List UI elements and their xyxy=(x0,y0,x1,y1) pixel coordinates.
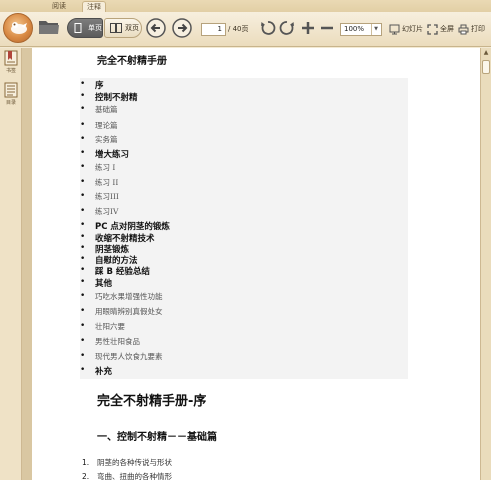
toc-item-label: 巧吃水果增强性功能 xyxy=(95,292,163,301)
fullscreen-icon xyxy=(427,24,438,35)
single-page-button[interactable]: 单页 xyxy=(67,18,103,38)
slideshow-label: 幻灯片 xyxy=(402,25,423,33)
double-page-button[interactable]: 双页 xyxy=(104,18,142,38)
next-page-button[interactable] xyxy=(172,18,192,38)
rotate-left-icon[interactable] xyxy=(260,20,276,40)
print-label: 打印 xyxy=(471,25,485,33)
tab-annotate[interactable]: 注释 xyxy=(82,1,106,12)
scroll-up-icon[interactable]: ▲ xyxy=(482,49,490,57)
list-text: 弯曲、扭曲的各种情形 xyxy=(97,472,172,480)
chevron-down-icon[interactable]: ▼ xyxy=(371,24,380,35)
toc-item-label: 基础篇 xyxy=(95,105,118,114)
zoom-value: 100% xyxy=(344,25,365,33)
toc-item-label: 序 xyxy=(95,81,104,91)
toc-item-label: 男性壮阳食品 xyxy=(95,337,140,346)
page-frame xyxy=(22,48,32,480)
document-page[interactable]: 完全不射精手册 序控制不射精基础篇理论篇实务篇增大练习练习 I 练习 II 练习II… xyxy=(32,48,480,480)
zoom-out-icon[interactable] xyxy=(320,20,334,40)
list-item: 2. 弯曲、扭曲的各种情形 xyxy=(82,471,172,480)
print-button[interactable]: 打印 xyxy=(458,23,485,36)
tab-read[interactable]: 阅读 xyxy=(44,1,74,12)
sidebar-bookmark-label: 书签 xyxy=(5,68,16,74)
sidebar-item-toc[interactable]: 目录 xyxy=(2,82,20,106)
toc-item-label: 实务篇 xyxy=(95,135,118,144)
list-number: 1. xyxy=(82,458,90,467)
toc-item-label: 理论篇 xyxy=(95,121,118,130)
rotate-right-icon[interactable] xyxy=(279,20,295,40)
tab-bar: 阅读 注释 xyxy=(0,0,491,12)
toc-item-label: 控制不射精 xyxy=(95,93,138,103)
toc-item-label: 练习 I xyxy=(95,163,116,172)
slideshow-button[interactable]: 幻灯片 xyxy=(389,23,423,36)
toc-item-label: 用眼睛辨别真假处女 xyxy=(95,307,163,316)
printer-icon xyxy=(458,24,469,35)
subsection-heading: 一、控制不射精－－基础篇 xyxy=(97,432,217,443)
slideshow-icon xyxy=(389,24,400,35)
page-total: / 40页 xyxy=(228,25,249,33)
fullscreen-button[interactable]: 全屏 xyxy=(427,23,454,36)
toc-item-label: 踩 B 经验总结 xyxy=(95,267,150,277)
table-of-contents-icon xyxy=(4,82,18,98)
document-title: 完全不射精手册 xyxy=(97,56,167,67)
toolbar: 单页 双页 1 / 40页 100% ▼ 幻灯片 全屏 打印 xyxy=(0,12,491,47)
toc-item-label: 增大练习 xyxy=(95,150,130,160)
app-logo-icon xyxy=(11,22,27,34)
list-number: 2. xyxy=(82,472,90,480)
toc-item-label: 练习IV xyxy=(95,207,119,216)
sidebar-item-bookmarks[interactable]: 书签 xyxy=(2,50,20,74)
scroll-thumb[interactable] xyxy=(482,60,490,74)
arrow-right-icon xyxy=(172,18,192,38)
vertical-scrollbar[interactable]: ▲ xyxy=(480,48,491,480)
previous-page-button[interactable] xyxy=(146,18,166,38)
bookmark-icon xyxy=(4,50,18,66)
toc-item-label: 练习III xyxy=(95,192,119,201)
toc-item-label: 现代男人饮食九要素 xyxy=(95,352,163,361)
toc-item-label: 壮阳六要 xyxy=(95,322,125,331)
open-folder-icon[interactable] xyxy=(38,18,60,40)
single-page-label: 单页 xyxy=(88,24,102,32)
list-text: 阴茎的各种传说与形状 xyxy=(97,458,172,467)
sidebar-toc-label: 目录 xyxy=(5,100,16,106)
app-logo[interactable] xyxy=(3,13,33,43)
arrow-left-icon xyxy=(146,18,166,38)
single-page-icon xyxy=(74,23,82,33)
toc-item-label: 补充 xyxy=(95,367,113,377)
toc-item-label: 练习 II xyxy=(95,178,119,187)
zoom-in-icon[interactable] xyxy=(301,20,315,40)
fullscreen-label: 全屏 xyxy=(440,25,454,33)
double-page-icon xyxy=(110,23,122,33)
toc-item-label: PC 点对阴茎的锻炼 xyxy=(95,222,170,232)
zoom-select[interactable]: 100% ▼ xyxy=(340,23,382,36)
toc-item-label: 其他 xyxy=(95,279,113,289)
page-number-input[interactable]: 1 xyxy=(201,23,226,36)
section-heading: 完全不射精手册-序 xyxy=(97,394,207,409)
double-page-label: 双页 xyxy=(125,24,139,32)
list-item: 1. 阴茎的各种传说与形状 xyxy=(82,457,172,468)
sidebar: 书签 目录 xyxy=(0,48,22,480)
